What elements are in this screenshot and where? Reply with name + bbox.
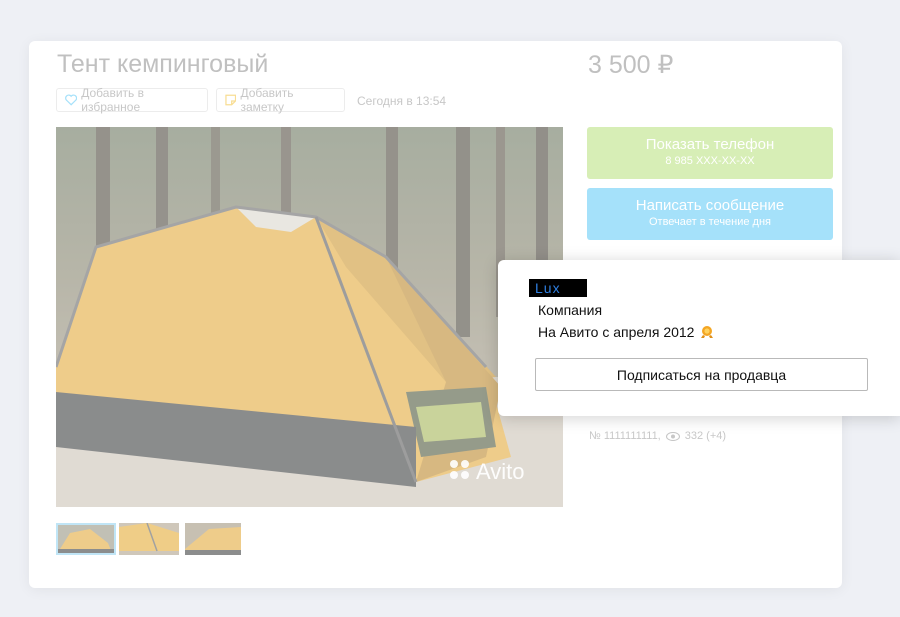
seller-type: Компания: [538, 302, 603, 318]
subscribe-seller-button[interactable]: Подписаться на продавца: [535, 358, 868, 391]
views-count: 332 (+4): [684, 430, 727, 442]
avito-watermark: Avito: [476, 459, 525, 484]
write-message-label: Написать сообщение: [635, 197, 785, 214]
seller-since: На Авито с апреля 2012: [538, 324, 714, 340]
photo-thumbnail[interactable]: [56, 523, 116, 555]
seller-name[interactable]: Lux: [529, 279, 587, 297]
add-note-button[interactable]: Добавить заметку: [216, 86, 345, 114]
phone-number: 8 985 XXX-XX-XX: [665, 155, 755, 167]
favorite-label: Добавить в избранное: [81, 86, 144, 114]
listing-id: № 1111111111,: [589, 430, 661, 442]
listing-title: Тент кемпинговый: [57, 50, 269, 78]
main-photo[interactable]: Avito: [56, 127, 563, 507]
eye-icon: [665, 431, 680, 441]
add-to-favorites-button[interactable]: Добавить в избранное: [56, 86, 208, 114]
note-icon: [225, 94, 237, 106]
show-phone-button[interactable]: Показать телефон 8 985 XXX-XX-XX: [587, 127, 833, 179]
seller-popup: Lux Компания На Авито с апреля 2012 Подп…: [498, 260, 900, 416]
note-label: Добавить заметку: [240, 86, 294, 114]
listing-price: 3 500 ₽: [588, 51, 674, 79]
photo-thumbnail[interactable]: [119, 523, 179, 555]
show-phone-label: Показать телефон: [645, 136, 775, 153]
write-message-button[interactable]: Написать сообщение Отвечает в течение дн…: [587, 188, 833, 240]
photo-thumbnail[interactable]: [185, 523, 241, 555]
seller-since-label: На Авито с апреля 2012: [538, 324, 695, 340]
heart-icon: [65, 94, 78, 106]
listing-date: Сегодня в 13:54: [357, 94, 447, 108]
response-time: Отвечает в течение дня: [648, 216, 772, 228]
medal-icon: [701, 326, 714, 338]
listing-meta: № 1111111111, 332 (+4): [589, 430, 726, 442]
